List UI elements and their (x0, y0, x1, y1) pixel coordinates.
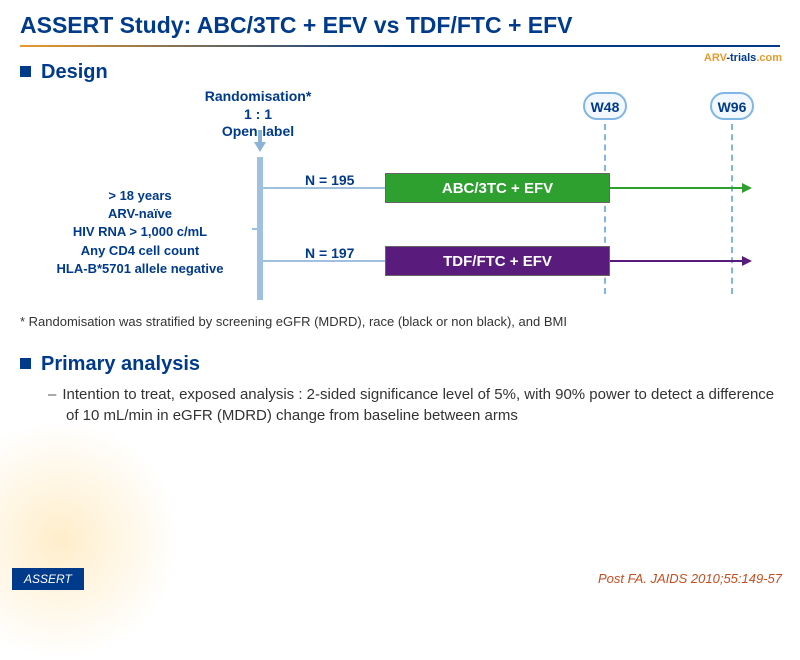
study-diagram: Randomisation* 1 : 1 Open-label W48 W96 … (20, 82, 780, 312)
criteria-line4: Any CD4 cell count (30, 242, 250, 260)
arm2-box: TDF/FTC + EFV (385, 246, 610, 276)
criteria-line1: > 18 years (30, 187, 250, 205)
primary-heading-text: Primary analysis (41, 353, 200, 375)
arm1-box: ABC/3TC + EFV (385, 173, 610, 203)
arm1-line (610, 187, 742, 189)
criteria-line3: HIV RNA > 1,000 c/mL (30, 223, 250, 241)
arm2-arrow-icon (742, 256, 752, 266)
randomisation-footnote: * Randomisation was stratified by screen… (20, 314, 780, 329)
inclusion-criteria: > 18 years ARV-naïve HIV RNA > 1,000 c/m… (30, 187, 250, 278)
randomisation-line2: 1 : 1 (198, 106, 318, 124)
w96-vline (731, 124, 733, 294)
arm2-n: N = 197 (305, 245, 354, 261)
footer-study-tag: ASSERT (12, 568, 84, 590)
arm2-line (610, 260, 742, 262)
down-arrow-icon (254, 142, 266, 152)
design-heading-text: Design (41, 61, 108, 83)
primary-bullet: –Intention to treat, exposed analysis : … (66, 384, 780, 426)
logo-part1: ARV (704, 52, 726, 64)
dash-icon: – (48, 386, 56, 403)
arm1-arrow-icon (742, 183, 752, 193)
bullet-icon (20, 358, 31, 369)
week-96-marker: W96 (710, 92, 754, 120)
logo-part2: -trials (726, 52, 756, 64)
criteria-line2: ARV-naïve (30, 205, 250, 223)
criteria-line5: HLA-B*5701 allele negative (30, 260, 250, 278)
page-title: ASSERT Study: ABC/3TC + EFV vs TDF/FTC +… (20, 12, 780, 39)
title-underline (20, 45, 780, 47)
design-heading: Design (20, 61, 780, 84)
logo: ARV-trials.com (704, 52, 782, 64)
logo-part3: .com (756, 52, 782, 64)
week-48-marker: W48 (583, 92, 627, 120)
primary-bullet-text: Intention to treat, exposed analysis : 2… (62, 386, 774, 424)
arm1-n: N = 195 (305, 172, 354, 188)
randomisation-line1: Randomisation* (198, 88, 318, 106)
background-glow (0, 420, 180, 660)
vertical-split (257, 157, 263, 300)
primary-heading: Primary analysis (20, 353, 780, 376)
citation: Post FA. JAIDS 2010;55:149-57 (598, 571, 782, 586)
bullet-icon (20, 66, 31, 77)
